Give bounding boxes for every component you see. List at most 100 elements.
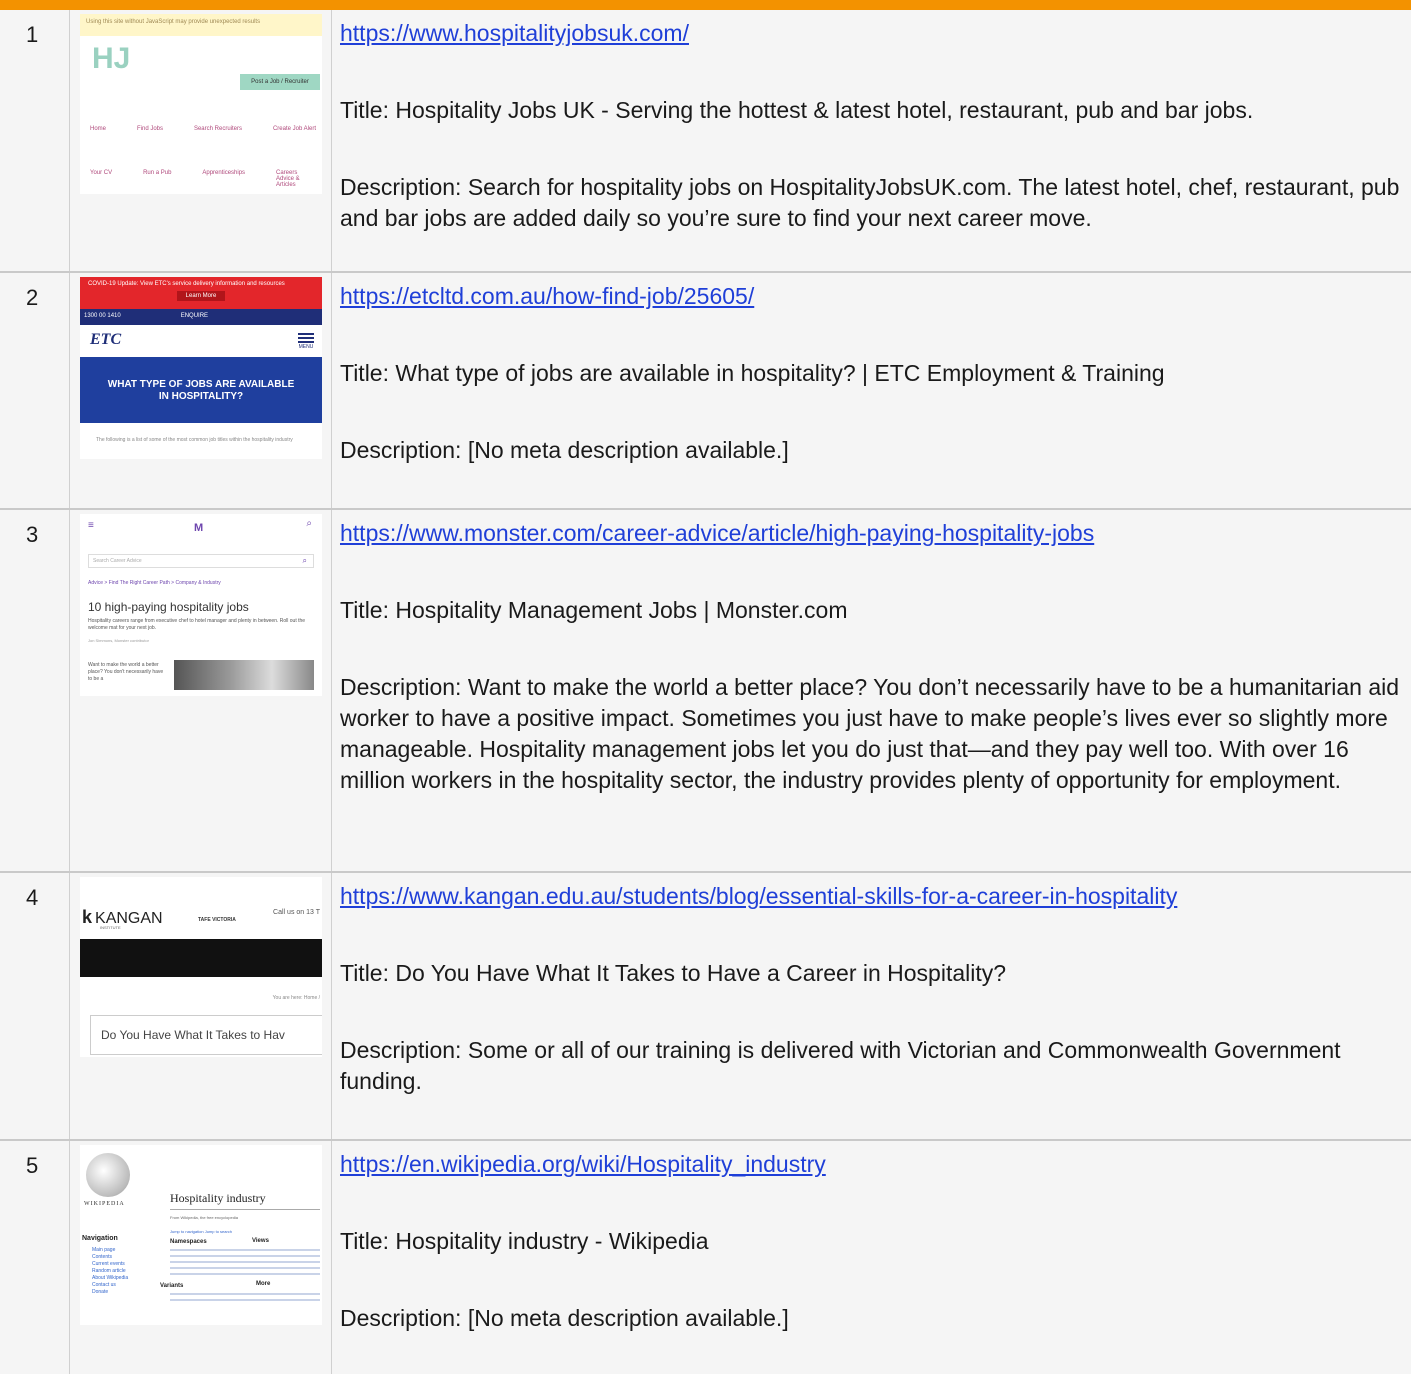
tafe-logo: TAFE VICTORIA bbox=[198, 917, 236, 923]
js-warning-banner: Using this site without JavaScript may p… bbox=[80, 14, 322, 36]
result-number: 5 bbox=[0, 1141, 70, 1374]
result-title: Title: Hospitality industry - Wikipedia bbox=[340, 1228, 709, 1254]
sidebar-nav: Main page Contents Current events Random… bbox=[92, 1247, 128, 1296]
call-us-text: Call us on 13 T bbox=[273, 909, 320, 916]
result-row-5: 5 WIKIPEDIA Navigation Main page Content… bbox=[0, 1141, 1411, 1374]
result-description: Description: [No meta description availa… bbox=[340, 437, 789, 463]
result-url-link[interactable]: https://www.kangan.edu.au/students/blog/… bbox=[340, 881, 1411, 912]
thumb-breadcrumb: You are here: Home / bbox=[272, 995, 320, 1001]
result-description: Description: Want to make the world a be… bbox=[340, 674, 1400, 793]
thumb-search-placeholder: Search Career Advice bbox=[93, 558, 142, 564]
result-number: 2 bbox=[0, 273, 70, 508]
thumbnail-kangan: k KANGAN INSTITUTE TAFE VICTORIA Call us… bbox=[80, 877, 322, 1057]
search-icon: ⌕ bbox=[306, 518, 312, 529]
thumb-heading: Do You Have What It Takes to Hav bbox=[101, 1028, 285, 1042]
result-title: Title: Hospitality Jobs UK - Serving the… bbox=[340, 97, 1254, 123]
result-description: Description: Some or all of our training… bbox=[340, 1037, 1341, 1094]
thumb-nav-row-2: Your CV Run a Pub Apprenticeships Career… bbox=[90, 170, 316, 188]
learn-more-button: Learn More bbox=[177, 291, 225, 301]
thumb-nav-bar bbox=[80, 939, 322, 977]
thumb-breadcrumb: Advice > Find The Right Career Path > Co… bbox=[88, 580, 221, 586]
result-row-4: 4 k KANGAN INSTITUTE TAFE VICTORIA Call … bbox=[0, 873, 1411, 1141]
thumb-nav-item: Search Recruiters bbox=[193, 126, 242, 132]
result-url-link[interactable]: https://www.hospitalityjobsuk.com/ bbox=[340, 18, 1411, 49]
thumb-search-box: Search Career Advice ⌕ bbox=[88, 554, 314, 568]
thumb-nav-item: Home bbox=[90, 126, 107, 132]
title-divider bbox=[170, 1209, 320, 1210]
thumb-nav-item: Careers Advice & Articles bbox=[276, 170, 300, 188]
monster-logo: M bbox=[194, 522, 204, 534]
wiki-body-lines bbox=[170, 1249, 320, 1279]
result-content: https://www.hospitalityjobsuk.com/ Title… bbox=[332, 10, 1411, 271]
thumbnail-wikipedia: WIKIPEDIA Navigation Main page Contents … bbox=[80, 1145, 322, 1325]
hero-banner: WHAT TYPE OF JOBS ARE AVAILABLE IN HOSPI… bbox=[80, 357, 322, 423]
thumb-author: Jon Simmons, Monster contributor bbox=[88, 638, 149, 643]
thumbnail-cell: ≡ M ⌕ Search Career Advice ⌕ Advice > Fi… bbox=[70, 510, 332, 871]
thumb-article-heading: 10 high-paying hospitality jobs bbox=[88, 600, 249, 614]
wiki-namespaces: Namespaces bbox=[170, 1239, 207, 1245]
post-job-button: Post a Job / Recruiter bbox=[240, 74, 320, 90]
thumbnail-hospitalityjobsuk: Using this site without JavaScript may p… bbox=[80, 14, 322, 194]
thumb-nav-item: Your CV bbox=[90, 170, 113, 176]
wikipedia-wordmark: WIKIPEDIA bbox=[84, 1201, 125, 1207]
thumbnail-cell: WIKIPEDIA Navigation Main page Contents … bbox=[70, 1141, 332, 1374]
thumb-nav-item: Apprenticeships bbox=[202, 170, 246, 176]
kangan-sub: INSTITUTE bbox=[100, 925, 121, 930]
phone-number: 1300 00 1410 bbox=[84, 313, 121, 319]
result-row-1: 1 Using this site without JavaScript may… bbox=[0, 10, 1411, 273]
result-description: Description: Search for hospitality jobs… bbox=[340, 174, 1400, 231]
result-content: https://www.monster.com/career-advice/ar… bbox=[332, 510, 1411, 871]
wiki-variants: Variants bbox=[160, 1283, 184, 1289]
result-url-link[interactable]: https://en.wikipedia.org/wiki/Hospitalit… bbox=[340, 1149, 1411, 1180]
result-number: 3 bbox=[0, 510, 70, 871]
sidebar-nav-item: Contents bbox=[92, 1254, 113, 1260]
results-table: 1 Using this site without JavaScript may… bbox=[0, 10, 1411, 1374]
result-content: https://www.kangan.edu.au/students/blog/… bbox=[332, 873, 1411, 1139]
result-content: https://etcltd.com.au/how-find-job/25605… bbox=[332, 273, 1411, 508]
wiki-from: From Wikipedia, the free encyclopedia bbox=[170, 1215, 239, 1220]
result-title: Title: Do You Have What It Takes to Have… bbox=[340, 960, 1007, 986]
wiki-body-lines-2 bbox=[170, 1293, 320, 1303]
thumb-nav-item: Create Job Alert bbox=[272, 126, 316, 132]
menu-label: MENU bbox=[298, 344, 314, 350]
top-orange-band bbox=[0, 0, 1411, 10]
wiki-article-title: Hospitality industry bbox=[170, 1191, 266, 1205]
result-row-3: 3 ≡ M ⌕ Search Career Advice ⌕ Advice > … bbox=[0, 510, 1411, 873]
wiki-more: More bbox=[256, 1281, 271, 1287]
covid-banner: COVID-19 Update: View ETC's service deli… bbox=[80, 277, 322, 309]
result-url-link[interactable]: https://www.monster.com/career-advice/ar… bbox=[340, 518, 1411, 549]
thumb-article-lede: Hospitality careers range from executive… bbox=[88, 618, 306, 631]
kangan-logo: k KANGAN bbox=[82, 907, 163, 927]
thumb-teaser: Want to make the world a better place? Y… bbox=[88, 662, 164, 682]
hamburger-icon: ≡ bbox=[88, 520, 94, 531]
thumbnail-cell: k KANGAN INSTITUTE TAFE VICTORIA Call us… bbox=[70, 873, 332, 1139]
covid-banner-text: COVID-19 Update: View ETC's service deli… bbox=[88, 281, 285, 287]
sidebar-nav-item: Donate bbox=[92, 1289, 109, 1295]
enquire-link: ENQUIRE bbox=[180, 313, 209, 319]
thumbnail-monster: ≡ M ⌕ Search Career Advice ⌕ Advice > Fi… bbox=[80, 514, 322, 696]
thumbnail-cell: Using this site without JavaScript may p… bbox=[70, 10, 332, 271]
thumb-heading-box: Do You Have What It Takes to Hav bbox=[90, 1015, 322, 1055]
result-number: 4 bbox=[0, 873, 70, 1139]
wiki-views: Views bbox=[252, 1238, 269, 1244]
thumb-nav-item: Run a Pub bbox=[143, 170, 172, 176]
thumbnail-etcltd: COVID-19 Update: View ETC's service deli… bbox=[80, 277, 322, 459]
result-url-link[interactable]: https://etcltd.com.au/how-find-job/25605… bbox=[340, 281, 1411, 312]
thumb-nav-item: Find Jobs bbox=[136, 126, 163, 132]
result-content: https://en.wikipedia.org/wiki/Hospitalit… bbox=[332, 1141, 1411, 1374]
thumb-article-photo bbox=[174, 660, 314, 690]
etc-logo: ETC bbox=[90, 331, 122, 348]
phone-bar: 1300 00 1410 ENQUIRE bbox=[80, 309, 322, 325]
result-row-2: 2 COVID-19 Update: View ETC's service de… bbox=[0, 273, 1411, 510]
hj-logo: HJ bbox=[92, 42, 131, 75]
result-title: Title: Hospitality Management Jobs | Mon… bbox=[340, 597, 848, 623]
sidebar-nav-title: Navigation bbox=[82, 1235, 118, 1242]
menu-icon: MENU bbox=[298, 333, 314, 350]
wiki-jump-links: Jump to navigation Jump to search bbox=[170, 1229, 233, 1234]
sidebar-nav-item: Random article bbox=[92, 1268, 126, 1274]
result-number: 1 bbox=[0, 10, 70, 271]
thumb-nav-row-1: Home Find Jobs Search Recruiters Create … bbox=[90, 126, 316, 132]
wikipedia-globe-icon bbox=[86, 1153, 130, 1197]
sidebar-nav-item: About Wikipedia bbox=[92, 1275, 129, 1281]
result-description: Description: [No meta description availa… bbox=[340, 1305, 789, 1331]
